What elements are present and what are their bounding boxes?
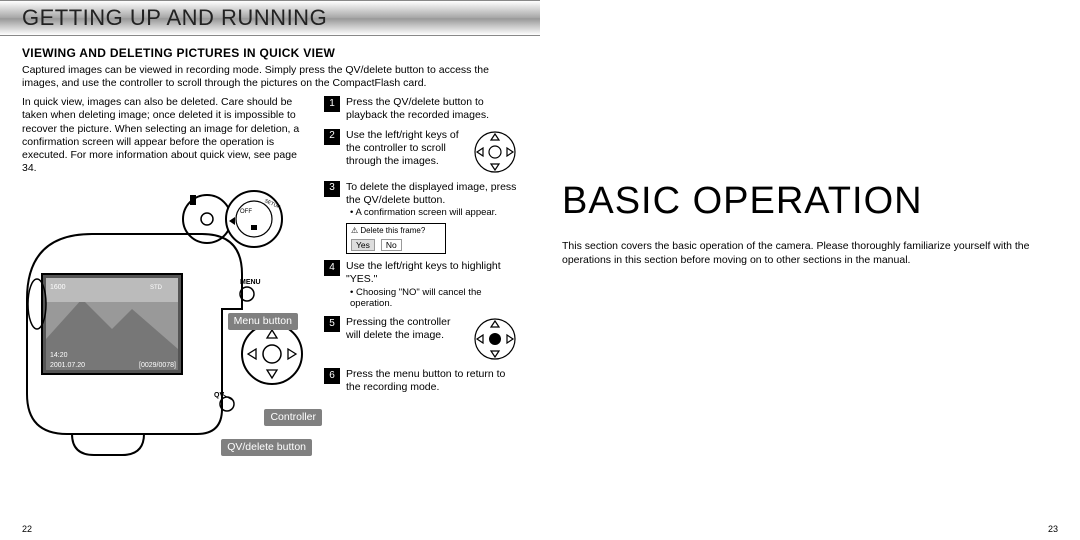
section-intro-paragraph: This section covers the basic operation … [562, 239, 1058, 267]
step-sub: • A confirmation screen will appear. [350, 207, 518, 219]
step-text: Press the QV/delete button to playback t… [346, 96, 518, 122]
page-spread: GETTING UP AND RUNNING VIEWING AND DELET… [0, 0, 1080, 540]
page-number-right: 23 [1048, 524, 1058, 534]
camera-back-illustration: OFF SETUP 1600 STD 14:20 [22, 179, 312, 459]
menu-label: MENU [240, 279, 261, 286]
page-22: GETTING UP AND RUNNING VIEWING AND DELET… [0, 0, 540, 540]
callout-qv-delete-button: QV/delete button [221, 439, 312, 456]
step-text: To delete the displayed image, press the… [346, 181, 518, 207]
step-5: 5 Pressing the controller will delete th… [324, 316, 518, 362]
dial-off-label: OFF [240, 209, 252, 215]
delete-confirmation-dialog: ⚠ Delete this frame? Yes No [346, 223, 446, 255]
step-number: 1 [324, 96, 340, 112]
dialog-no-button[interactable]: No [381, 239, 402, 252]
section-title: BASIC OPERATION [562, 180, 1058, 223]
lcd-mode: STD [150, 285, 163, 291]
callout-menu-button: Menu button [228, 313, 298, 330]
step-number: 2 [324, 129, 340, 145]
controller-icon [472, 129, 518, 175]
step-4: 4 Use the left/right keys to highlight "… [324, 260, 518, 310]
step-sub: • Choosing "NO" will cancel the operatio… [350, 287, 518, 311]
step-6: 6 Press the menu button to return to the… [324, 368, 518, 394]
page-23: BASIC OPERATION This section covers the … [540, 0, 1080, 540]
step-number: 5 [324, 316, 340, 332]
left-column: In quick view, images can also be delete… [22, 96, 312, 459]
step-text: Use the left/right keys of the controlle… [346, 129, 466, 168]
controller-pad-drawing [242, 324, 302, 384]
lcd-date: 2001.07.20 [50, 362, 85, 369]
lcd-time: 14:20 [50, 352, 68, 359]
lcd-count: [0029/0078] [139, 362, 176, 369]
steps-column: 1 Press the QV/delete button to playback… [324, 96, 518, 459]
qv-label: QV [214, 392, 224, 399]
controller-icon [472, 316, 518, 362]
chapter-header-bar: GETTING UP AND RUNNING [0, 0, 540, 36]
step-text: Press the menu button to return to the r… [346, 368, 518, 394]
two-column-area: In quick view, images can also be delete… [22, 96, 518, 459]
callout-controller: Controller [264, 409, 322, 426]
step-1: 1 Press the QV/delete button to playback… [324, 96, 518, 122]
step-2: 2 Use the left/right keys of the control… [324, 129, 518, 175]
section-heading: VIEWING AND DELETING PICTURES IN QUICK V… [22, 46, 518, 60]
lcd-iso: 1600 [50, 284, 66, 291]
step-text: Pressing the controller will delete the … [346, 316, 466, 342]
deletion-note: In quick view, images can also be delete… [22, 96, 312, 175]
dialog-title: ⚠ Delete this frame? [351, 226, 441, 236]
step-3: 3 To delete the displayed image, press t… [324, 181, 518, 255]
chapter-title: GETTING UP AND RUNNING [22, 5, 518, 31]
dialog-yes-button[interactable]: Yes [351, 239, 375, 252]
step-text: Use the left/right keys to highlight "YE… [346, 260, 518, 286]
step-number: 6 [324, 368, 340, 384]
intro-paragraph: Captured images can be viewed in recordi… [22, 64, 518, 90]
step-number: 3 [324, 181, 340, 197]
step-number: 4 [324, 260, 340, 276]
page-number-left: 22 [22, 524, 32, 534]
camera-icon [251, 225, 257, 230]
